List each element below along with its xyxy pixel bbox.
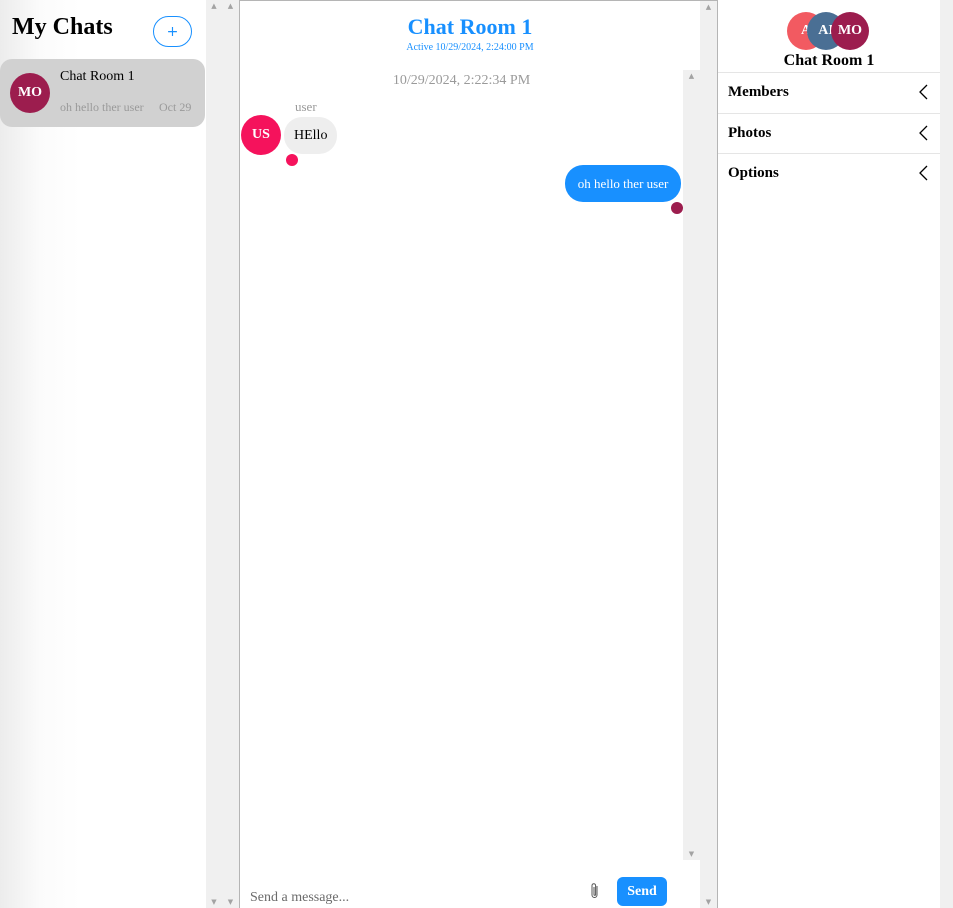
outgoing-message-bubble: oh hello ther user: [565, 165, 681, 202]
section-label: Photos: [728, 125, 772, 141]
chevron-left-icon: [919, 165, 928, 181]
section-label: Options: [728, 165, 779, 181]
members-section-toggle[interactable]: Members: [718, 72, 940, 112]
chat-pane-scrollbar[interactable]: ▲ ▼: [222, 0, 239, 908]
chevron-left-icon: [919, 125, 928, 141]
send-button[interactable]: Send: [617, 877, 667, 906]
chat-list-title: My Chats: [12, 14, 113, 40]
chat-item-title: Chat Room 1: [60, 69, 135, 84]
divider: [239, 0, 717, 1]
details-scrollbar[interactable]: [940, 0, 953, 908]
scroll-down-arrow[interactable]: ▼: [700, 896, 717, 908]
scroll-down-arrow[interactable]: ▼: [222, 896, 239, 908]
message-list-scrollbar[interactable]: ▲ ▼: [683, 70, 700, 860]
conversation-title: Chat Room 1: [407, 14, 533, 39]
chevron-left-icon: [919, 84, 928, 100]
chat-list-item[interactable]: MO Chat Room 1 oh hello ther user Oct 29: [0, 59, 205, 127]
avatar: US: [241, 115, 281, 155]
conversation-pane-scrollbar[interactable]: ▲ ▼: [700, 1, 717, 908]
paperclip-icon[interactable]: [589, 882, 601, 900]
scroll-down-arrow[interactable]: ▼: [683, 848, 700, 860]
scroll-up-arrow[interactable]: ▲: [206, 0, 222, 12]
options-section-toggle[interactable]: Options: [718, 153, 940, 193]
scroll-down-arrow[interactable]: ▼: [206, 896, 222, 908]
read-receipt-dot: [671, 202, 683, 214]
message-input[interactable]: [250, 887, 580, 908]
section-label: Members: [728, 84, 789, 100]
divider: [239, 0, 240, 908]
active-status: Active 10/29/2024, 2:24:00 PM: [406, 42, 534, 53]
read-receipt-dot: [286, 154, 298, 166]
chat-item-preview: oh hello ther user: [60, 100, 144, 114]
photos-section-toggle[interactable]: Photos: [718, 113, 940, 153]
message-timestamp: 10/29/2024, 2:22:34 PM: [392, 73, 531, 88]
details-title: Chat Room 1: [783, 52, 875, 69]
message-sender-name: user: [295, 99, 317, 114]
scroll-up-arrow[interactable]: ▲: [222, 0, 239, 12]
new-chat-button[interactable]: +: [153, 16, 192, 47]
incoming-message-bubble: HEllo: [284, 117, 338, 154]
avatar: MO: [10, 73, 50, 113]
scroll-up-arrow[interactable]: ▲: [683, 70, 700, 82]
scroll-up-arrow[interactable]: ▲: [700, 1, 717, 13]
chat-item-date: Oct 29: [159, 100, 192, 114]
avatar: MO: [831, 12, 869, 50]
chat-list-scrollbar[interactable]: ▲ ▼: [206, 0, 222, 908]
chat-list-panel: My Chats + MO Chat Room 1 oh hello ther …: [0, 0, 205, 908]
